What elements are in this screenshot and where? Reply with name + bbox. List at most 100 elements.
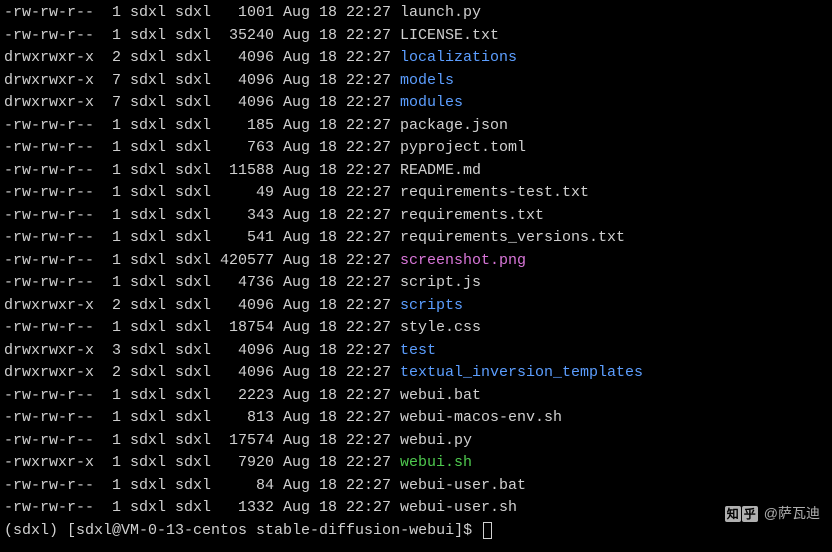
- file-time: 22:27: [346, 250, 391, 273]
- file-name: webui.sh: [400, 452, 472, 475]
- file-group: sdxl: [175, 2, 211, 25]
- file-permissions: -rw-rw-r--: [4, 385, 94, 408]
- file-group: sdxl: [175, 362, 211, 385]
- file-day: 18: [319, 475, 337, 498]
- listing-row: -rw-rw-r--1sdxlsdxl763Aug1822:27pyprojec…: [4, 137, 828, 160]
- listing-row: -rw-rw-r--1sdxlsdxl420577Aug1822:27scree…: [4, 250, 828, 273]
- file-permissions: -rw-rw-r--: [4, 317, 94, 340]
- file-links: 1: [103, 25, 121, 48]
- file-owner: sdxl: [130, 70, 166, 93]
- watermark: 知 乎 @萨瓦迪: [725, 503, 820, 524]
- file-time: 22:27: [346, 182, 391, 205]
- file-time: 22:27: [346, 205, 391, 228]
- file-group: sdxl: [175, 182, 211, 205]
- file-permissions: -rw-rw-r--: [4, 2, 94, 25]
- file-owner: sdxl: [130, 272, 166, 295]
- file-month: Aug: [283, 250, 310, 273]
- file-group: sdxl: [175, 205, 211, 228]
- listing-row: drwxrwxr-x2sdxlsdxl4096Aug1822:27textual…: [4, 362, 828, 385]
- file-group: sdxl: [175, 47, 211, 70]
- file-permissions: -rw-rw-r--: [4, 497, 94, 520]
- file-month: Aug: [283, 47, 310, 70]
- file-permissions: drwxrwxr-x: [4, 47, 94, 70]
- file-owner: sdxl: [130, 317, 166, 340]
- file-permissions: -rw-rw-r--: [4, 115, 94, 138]
- file-size: 1332: [220, 497, 274, 520]
- file-group: sdxl: [175, 497, 211, 520]
- file-day: 18: [319, 115, 337, 138]
- file-time: 22:27: [346, 295, 391, 318]
- file-links: 1: [103, 115, 121, 138]
- file-group: sdxl: [175, 160, 211, 183]
- file-month: Aug: [283, 452, 310, 475]
- file-time: 22:27: [346, 47, 391, 70]
- file-name: test: [400, 340, 436, 363]
- file-size: 84: [220, 475, 274, 498]
- file-size: 813: [220, 407, 274, 430]
- file-links: 1: [103, 475, 121, 498]
- file-group: sdxl: [175, 407, 211, 430]
- file-links: 1: [103, 430, 121, 453]
- file-day: 18: [319, 497, 337, 520]
- file-links: 7: [103, 92, 121, 115]
- file-owner: sdxl: [130, 137, 166, 160]
- file-links: 1: [103, 160, 121, 183]
- file-size: 541: [220, 227, 274, 250]
- file-name: README.md: [400, 160, 481, 183]
- file-group: sdxl: [175, 295, 211, 318]
- file-size: 35240: [220, 25, 274, 48]
- file-size: 343: [220, 205, 274, 228]
- file-name: script.js: [400, 272, 481, 295]
- file-links: 2: [103, 362, 121, 385]
- file-owner: sdxl: [130, 227, 166, 250]
- file-owner: sdxl: [130, 497, 166, 520]
- file-day: 18: [319, 452, 337, 475]
- file-links: 2: [103, 47, 121, 70]
- file-links: 1: [103, 317, 121, 340]
- file-name: requirements.txt: [400, 205, 544, 228]
- file-time: 22:27: [346, 92, 391, 115]
- file-permissions: -rw-rw-r--: [4, 25, 94, 48]
- file-month: Aug: [283, 407, 310, 430]
- file-group: sdxl: [175, 340, 211, 363]
- listing-row: -rw-rw-r--1sdxlsdxl343Aug1822:27requirem…: [4, 205, 828, 228]
- listing-row: -rw-rw-r--1sdxlsdxl35240Aug1822:27LICENS…: [4, 25, 828, 48]
- file-month: Aug: [283, 70, 310, 93]
- listing-row: -rw-rw-r--1sdxlsdxl17574Aug1822:27webui.…: [4, 430, 828, 453]
- file-time: 22:27: [346, 430, 391, 453]
- file-size: 4096: [220, 340, 274, 363]
- file-name: scripts: [400, 295, 463, 318]
- file-time: 22:27: [346, 160, 391, 183]
- listing-row: -rw-rw-r--1sdxlsdxl2223Aug1822:27webui.b…: [4, 385, 828, 408]
- file-month: Aug: [283, 317, 310, 340]
- file-permissions: drwxrwxr-x: [4, 92, 94, 115]
- file-day: 18: [319, 227, 337, 250]
- file-permissions: -rw-rw-r--: [4, 250, 94, 273]
- cursor-icon: [483, 522, 492, 539]
- file-size: 18754: [220, 317, 274, 340]
- file-links: 1: [103, 452, 121, 475]
- listing-row: -rw-rw-r--1sdxlsdxl4736Aug1822:27script.…: [4, 272, 828, 295]
- shell-prompt-line[interactable]: (sdxl) [sdxl@VM-0-13-centos stable-diffu…: [4, 520, 828, 543]
- listing-row: drwxrwxr-x7sdxlsdxl4096Aug1822:27modules: [4, 92, 828, 115]
- file-name: models: [400, 70, 454, 93]
- file-day: 18: [319, 362, 337, 385]
- file-group: sdxl: [175, 385, 211, 408]
- file-owner: sdxl: [130, 25, 166, 48]
- file-links: 1: [103, 227, 121, 250]
- watermark-logo-char: 知: [725, 506, 741, 522]
- file-name: launch.py: [400, 2, 481, 25]
- file-day: 18: [319, 2, 337, 25]
- file-day: 18: [319, 385, 337, 408]
- file-owner: sdxl: [130, 475, 166, 498]
- file-permissions: -rw-rw-r--: [4, 205, 94, 228]
- file-name: webui.bat: [400, 385, 481, 408]
- file-group: sdxl: [175, 430, 211, 453]
- file-month: Aug: [283, 272, 310, 295]
- file-month: Aug: [283, 227, 310, 250]
- file-name: webui-macos-env.sh: [400, 407, 562, 430]
- file-group: sdxl: [175, 70, 211, 93]
- file-name: style.css: [400, 317, 481, 340]
- file-day: 18: [319, 47, 337, 70]
- file-permissions: -rw-rw-r--: [4, 407, 94, 430]
